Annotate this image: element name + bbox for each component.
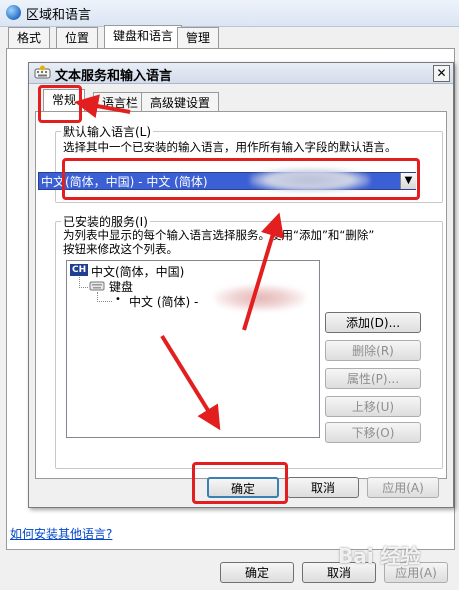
arrow-to-ok-button <box>160 334 221 431</box>
arrow-to-default-language <box>242 212 285 331</box>
annotation-arrows <box>74 94 285 431</box>
arrow-to-general-tab <box>74 94 131 118</box>
watermark-text: Bai 经验 <box>338 544 421 568</box>
